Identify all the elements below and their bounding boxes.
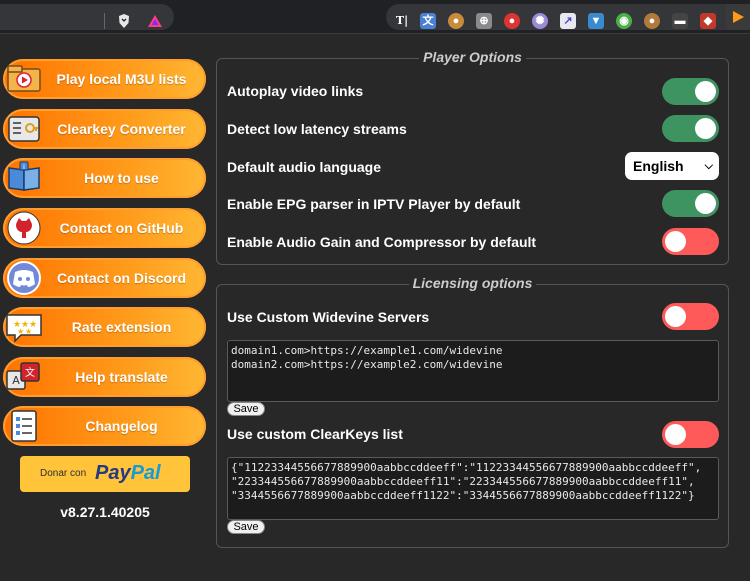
epg-parser-toggle[interactable] (662, 190, 719, 217)
brave-rewards-icon[interactable] (147, 13, 163, 29)
svg-text:i: i (23, 163, 25, 171)
chevron-down-icon: ⌵ (704, 160, 713, 172)
toggle-knob (695, 118, 716, 139)
paypal-logo-pay: Pay (95, 462, 131, 484)
epg-parser-label: Enable EPG parser in IPTV Player by defa… (227, 196, 521, 212)
svg-text:★: ★ (25, 327, 32, 336)
rating-stars-icon: ★ ★ ★ ★ ★ (6, 314, 42, 343)
clearkeys-toggle[interactable] (662, 421, 719, 448)
translate-extension-icon[interactable]: 文 (420, 13, 436, 29)
audio-gain-label: Enable Audio Gain and Compressor by defa… (227, 234, 537, 250)
how-to-use-button[interactable]: i How to use (3, 158, 206, 198)
paypal-logo-pal: Pal (130, 462, 161, 484)
toggle-knob (665, 306, 686, 327)
analytics-extension-icon[interactable]: ↗ (560, 13, 576, 29)
rate-extension-label: Rate extension (71, 319, 172, 335)
toggle-knob (665, 231, 686, 252)
translate-icon: A 文 (6, 362, 40, 390)
key-converter-icon (8, 116, 40, 142)
low-latency-toggle[interactable] (662, 115, 719, 142)
widevine-label: Use Custom Widevine Servers (227, 309, 430, 325)
help-translate-button[interactable]: A 文 Help translate (3, 357, 206, 397)
record-extension-icon[interactable]: ● (504, 13, 520, 29)
play-m3u-button[interactable]: Play local M3U lists (3, 59, 206, 99)
version-text: v8.27.1.40205 (60, 504, 150, 520)
widevine-servers-textarea[interactable]: domain1.com>https://example1.com/widevin… (227, 340, 719, 402)
zoom-extension-icon[interactable]: ⊕ (476, 13, 492, 29)
paypal-donate-button[interactable]: Donar con PayPal (20, 456, 190, 492)
licensing-options-title: Licensing options (408, 275, 537, 291)
svg-text:文: 文 (25, 366, 35, 379)
address-bar[interactable] (0, 4, 174, 30)
how-to-use-label: How to use (84, 170, 159, 186)
contact-github-label: Contact on GitHub (59, 220, 184, 236)
paypal-logo: PayPal (95, 462, 161, 485)
extensions-bar: T| 文 ● ⊕ ● ✺ ↗ ▼ ◉ ● ▬ ◆ (386, 4, 726, 30)
licensing-options-panel: Licensing options Use Custom Widevine Se… (216, 275, 729, 548)
contact-discord-button[interactable]: Contact on Discord (3, 258, 206, 298)
player-options-panel: Player Options Autoplay video links Dete… (216, 49, 729, 265)
low-latency-label: Detect low latency streams (227, 121, 407, 137)
contact-discord-label: Contact on Discord (56, 270, 187, 286)
address-bar-divider (104, 13, 105, 29)
globe-extension-icon[interactable]: ✺ (532, 13, 548, 29)
shield-extension-icon[interactable]: ▼ (588, 13, 604, 29)
toggle-knob (665, 424, 686, 445)
player-options-title: Player Options (419, 49, 526, 65)
clearkeys-textarea[interactable]: {"11223344556677889900aabbccddeeff":"112… (227, 457, 719, 520)
changelog-label: Changelog (85, 418, 158, 434)
autoplay-toggle[interactable] (662, 78, 719, 105)
player-extension-button[interactable] (726, 4, 750, 30)
cookie-extension-icon[interactable]: ● (644, 13, 660, 29)
clearkeys-save-button[interactable]: Save (227, 520, 265, 534)
audio-language-select[interactable]: English ⌵ (625, 152, 719, 180)
audio-gain-toggle[interactable] (662, 228, 719, 255)
play-m3u-label: Play local M3U lists (56, 71, 187, 87)
svg-text:A: A (12, 374, 20, 387)
incognito-extension-icon[interactable]: ▬ (672, 13, 688, 29)
clearkey-converter-button[interactable]: Clearkey Converter (3, 109, 206, 149)
eye-extension-icon[interactable]: ◉ (616, 13, 632, 29)
toggle-knob (695, 193, 716, 214)
player-options-legend: Player Options (217, 49, 728, 67)
widevine-save-button[interactable]: Save (227, 402, 265, 416)
changelog-button[interactable]: Changelog (3, 406, 206, 446)
play-icon (733, 11, 744, 23)
book-icon: i (8, 161, 40, 191)
brave-shield-icon[interactable] (116, 13, 132, 29)
donate-text: Donar con (40, 468, 87, 479)
toggle-knob (695, 81, 716, 102)
contact-github-button[interactable]: Contact on GitHub (3, 208, 206, 248)
clearkeys-label: Use custom ClearKeys list (227, 426, 403, 442)
help-translate-label: Help translate (75, 369, 168, 385)
rate-extension-button[interactable]: ★ ★ ★ ★ ★ Rate extension (3, 307, 206, 347)
monkey-extension-icon[interactable]: ● (448, 13, 464, 29)
svg-text:★: ★ (17, 327, 24, 336)
audio-language-label: Default audio language (227, 159, 382, 175)
clearkey-converter-label: Clearkey Converter (57, 121, 186, 137)
ublock-extension-icon[interactable]: ◆ (700, 13, 716, 29)
licensing-options-legend: Licensing options (217, 275, 728, 293)
autoplay-label: Autoplay video links (227, 83, 364, 99)
browser-toolbar: T| 文 ● ⊕ ● ✺ ↗ ▼ ◉ ● ▬ ◆ (0, 0, 750, 34)
discord-icon (7, 261, 41, 295)
audio-language-value: English (633, 158, 684, 174)
checklist-icon (11, 410, 37, 442)
video-folder-icon (7, 65, 41, 92)
github-icon (7, 211, 41, 245)
text-format-extension-icon[interactable]: T| (394, 13, 410, 29)
widevine-toggle[interactable] (662, 303, 719, 330)
